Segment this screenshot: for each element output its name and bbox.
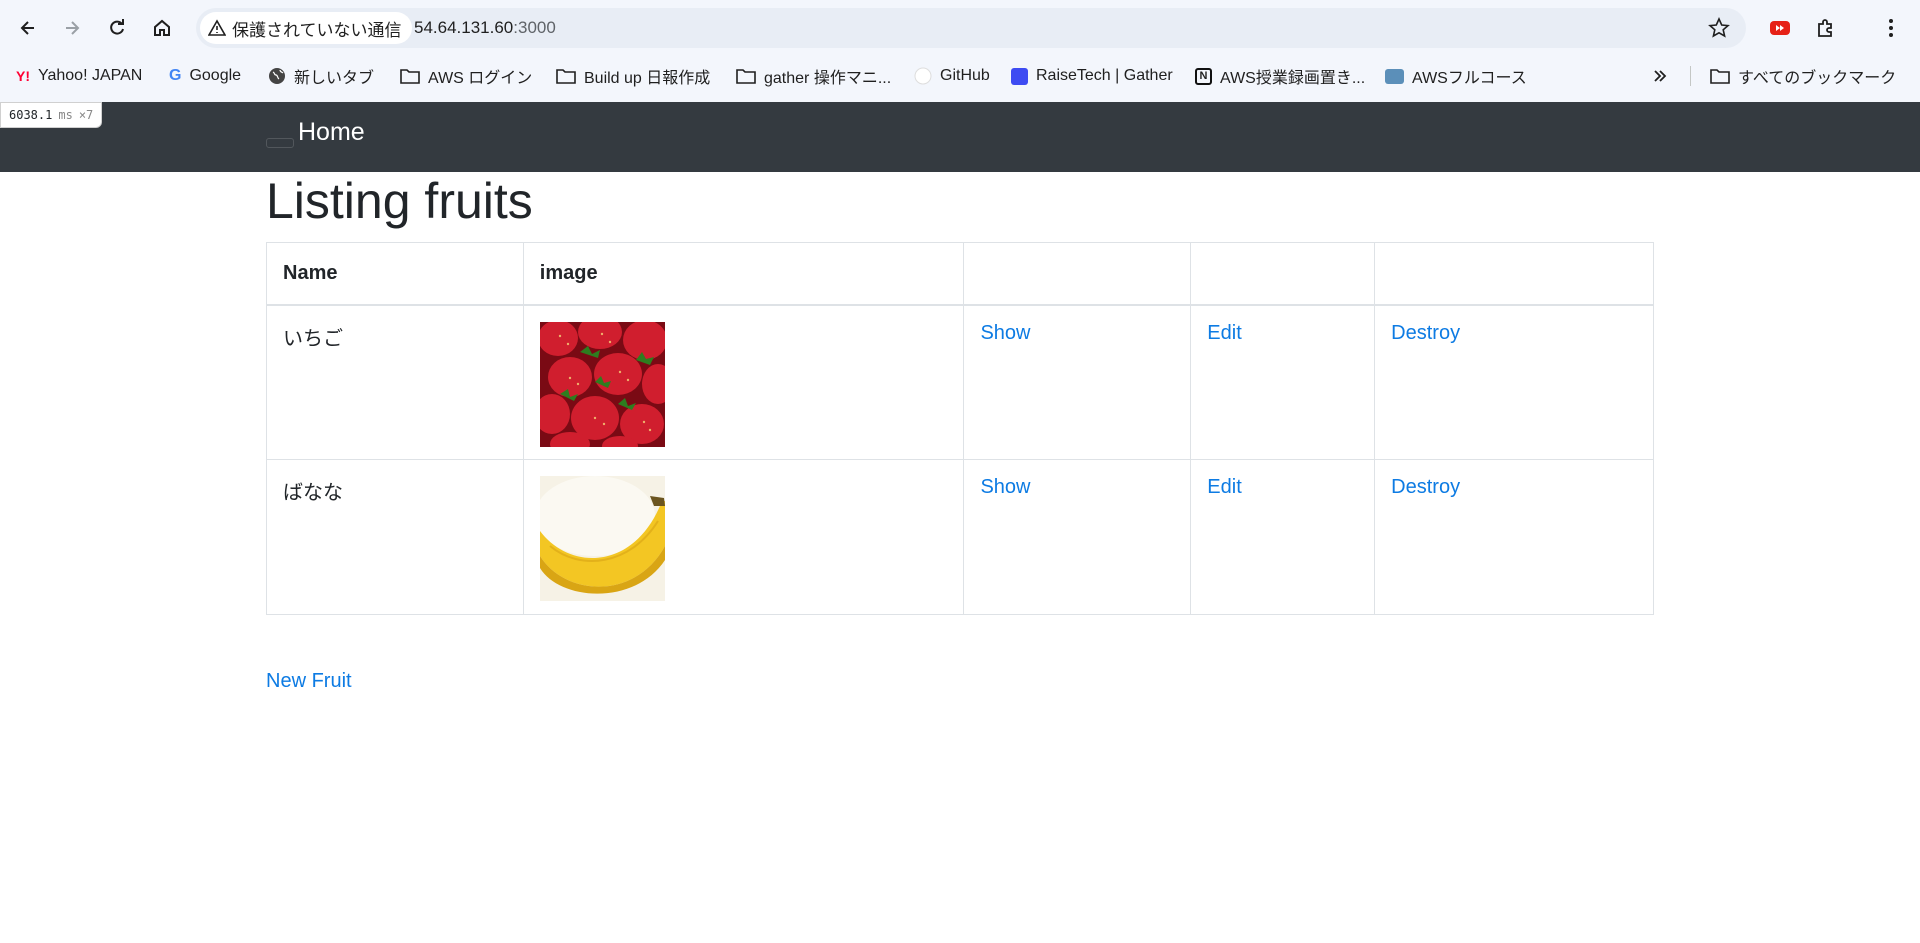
- fruits-table: Name image いちご Show Edit Destroy ばなな Sho…: [266, 242, 1654, 615]
- url-text[interactable]: 54.64.131.60:3000: [414, 8, 556, 48]
- notion-icon: N: [1195, 67, 1212, 85]
- bookmark-folder-build-up[interactable]: Build up 日報作成: [556, 60, 710, 92]
- yahoo-icon: Y!: [16, 68, 30, 84]
- header-destroy: [1374, 242, 1654, 306]
- bookmark-aws-recording[interactable]: N AWS授業録画置き...: [1195, 60, 1365, 92]
- aws-course-icon: [1385, 68, 1404, 84]
- browser-chrome: 保護されていない通信 54.64.131.60:3000 Y! Yahoo! J…: [0, 0, 1920, 102]
- address-bar[interactable]: 保護されていない通信 54.64.131.60:3000: [196, 8, 1746, 48]
- all-bookmarks-label: すべてのブックマーク: [1738, 70, 1897, 87]
- fruit-name: ばなな: [266, 459, 524, 615]
- edit-cell: Edit: [1190, 304, 1376, 460]
- strawberry-image: [539, 321, 665, 447]
- bookmarks-divider: [1690, 66, 1691, 86]
- security-chip[interactable]: 保護されていない通信: [200, 12, 412, 44]
- header-name: Name: [266, 242, 524, 306]
- bookmark-label: Build up 日報作成: [584, 70, 711, 87]
- reload-icon: [110, 19, 124, 35]
- bookmarks-bar: Y! Yahoo! JAPAN G Google 新しいタブ AWS ログイン …: [0, 60, 1920, 92]
- home-icon: [154, 19, 170, 36]
- bookmark-yahoo[interactable]: Y! Yahoo! JAPAN: [16, 60, 142, 92]
- github-icon: [914, 67, 932, 85]
- folder-icon: [1710, 69, 1730, 84]
- show-link[interactable]: Show: [980, 476, 1030, 498]
- destroy-link[interactable]: Destroy: [1391, 322, 1460, 344]
- bookmark-label: AWS ログイン: [428, 70, 533, 87]
- bookmark-github[interactable]: GitHub: [914, 60, 990, 92]
- reload-button[interactable]: [101, 12, 133, 44]
- bookmark-label: AWSフルコース: [1412, 70, 1527, 87]
- show-cell: Show: [963, 459, 1192, 615]
- all-bookmarks-button[interactable]: すべてのブックマーク: [1710, 60, 1896, 92]
- url-host: 54.64.131.60: [414, 18, 514, 37]
- folder-icon: [400, 69, 420, 84]
- bookmark-label: gather 操作マニ...: [764, 70, 892, 87]
- folder-icon: [736, 69, 756, 84]
- chevron-double-right-icon: [1654, 70, 1667, 82]
- bookmark-aws-course[interactable]: AWSフルコース: [1385, 60, 1527, 92]
- extension-youtube-button[interactable]: [1764, 12, 1796, 44]
- timing-overlay: 6038.1 ms ×7: [0, 102, 103, 128]
- url-port: :3000: [513, 18, 556, 37]
- timing-multiplier: ×7: [78, 108, 94, 122]
- bookmark-google[interactable]: G Google: [169, 60, 241, 92]
- globe-icon: [269, 68, 285, 84]
- navbar-toggler[interactable]: [266, 138, 294, 148]
- header-image: image: [522, 242, 965, 306]
- table-header-row: Name image: [266, 242, 1654, 306]
- bookmark-label: GitHub: [940, 67, 990, 84]
- folder-icon: [556, 69, 576, 84]
- fruit-name: いちご: [266, 304, 524, 460]
- fruit-image-cell: [522, 459, 965, 615]
- header-show: [963, 242, 1192, 306]
- navbar-brand-home[interactable]: Home: [298, 118, 365, 147]
- bookmark-folder-aws-login[interactable]: AWS ログイン: [400, 60, 532, 92]
- edit-link[interactable]: Edit: [1207, 476, 1241, 498]
- table-row: いちご Show Edit Destroy: [266, 304, 1654, 460]
- security-label: 保護されていない通信: [232, 20, 402, 40]
- show-cell: Show: [963, 304, 1192, 460]
- back-button[interactable]: [12, 12, 44, 44]
- bookmark-label: RaiseTech | Gather: [1036, 67, 1173, 84]
- page-title: Listing fruits: [266, 173, 533, 229]
- browser-menu-button[interactable]: [1875, 12, 1907, 44]
- bookmark-new-tab[interactable]: 新しいタブ: [268, 60, 374, 92]
- show-link[interactable]: Show: [980, 322, 1030, 344]
- home-button[interactable]: [146, 12, 178, 44]
- youtube-extension-icon: [1770, 21, 1790, 35]
- fruit-image-cell: [522, 304, 965, 460]
- gather-icon: [1011, 67, 1028, 85]
- banana-image: [539, 476, 665, 601]
- browser-toolbar: 保護されていない通信 54.64.131.60:3000: [0, 0, 1920, 56]
- forward-button[interactable]: [56, 12, 88, 44]
- bookmark-label: Google: [189, 67, 242, 84]
- destroy-cell: Destroy: [1374, 304, 1654, 460]
- new-fruit-link[interactable]: New Fruit: [266, 670, 352, 693]
- arrow-left-icon: [20, 21, 34, 35]
- bookmark-star-button[interactable]: [1706, 15, 1732, 41]
- timing-unit: ms: [58, 108, 73, 122]
- puzzle-icon: [1818, 19, 1832, 37]
- star-icon: [1708, 17, 1730, 38]
- navbar: [0, 102, 1920, 172]
- bookmark-label: AWS授業録画置き...: [1220, 70, 1366, 87]
- destroy-link[interactable]: Destroy: [1391, 476, 1460, 498]
- edit-link[interactable]: Edit: [1207, 322, 1241, 344]
- bookmarks-overflow-button[interactable]: [1652, 60, 1668, 92]
- extensions-button[interactable]: [1810, 12, 1842, 44]
- table-row: ばなな Show Edit Destroy: [266, 459, 1654, 615]
- bookmark-raisetech-gather[interactable]: RaiseTech | Gather: [1011, 60, 1173, 92]
- timing-value: 6038.1: [9, 108, 53, 122]
- destroy-cell: Destroy: [1374, 459, 1654, 615]
- arrow-right-icon: [66, 21, 80, 35]
- google-icon: G: [169, 67, 182, 84]
- bookmark-label: Yahoo! JAPAN: [38, 67, 143, 84]
- bookmark-label: 新しいタブ: [294, 70, 375, 87]
- header-edit: [1190, 242, 1376, 306]
- warning-icon: [208, 19, 226, 36]
- bookmark-folder-gather[interactable]: gather 操作マニ...: [736, 60, 891, 92]
- edit-cell: Edit: [1190, 459, 1376, 615]
- kebab-menu-icon: [1889, 19, 1893, 37]
